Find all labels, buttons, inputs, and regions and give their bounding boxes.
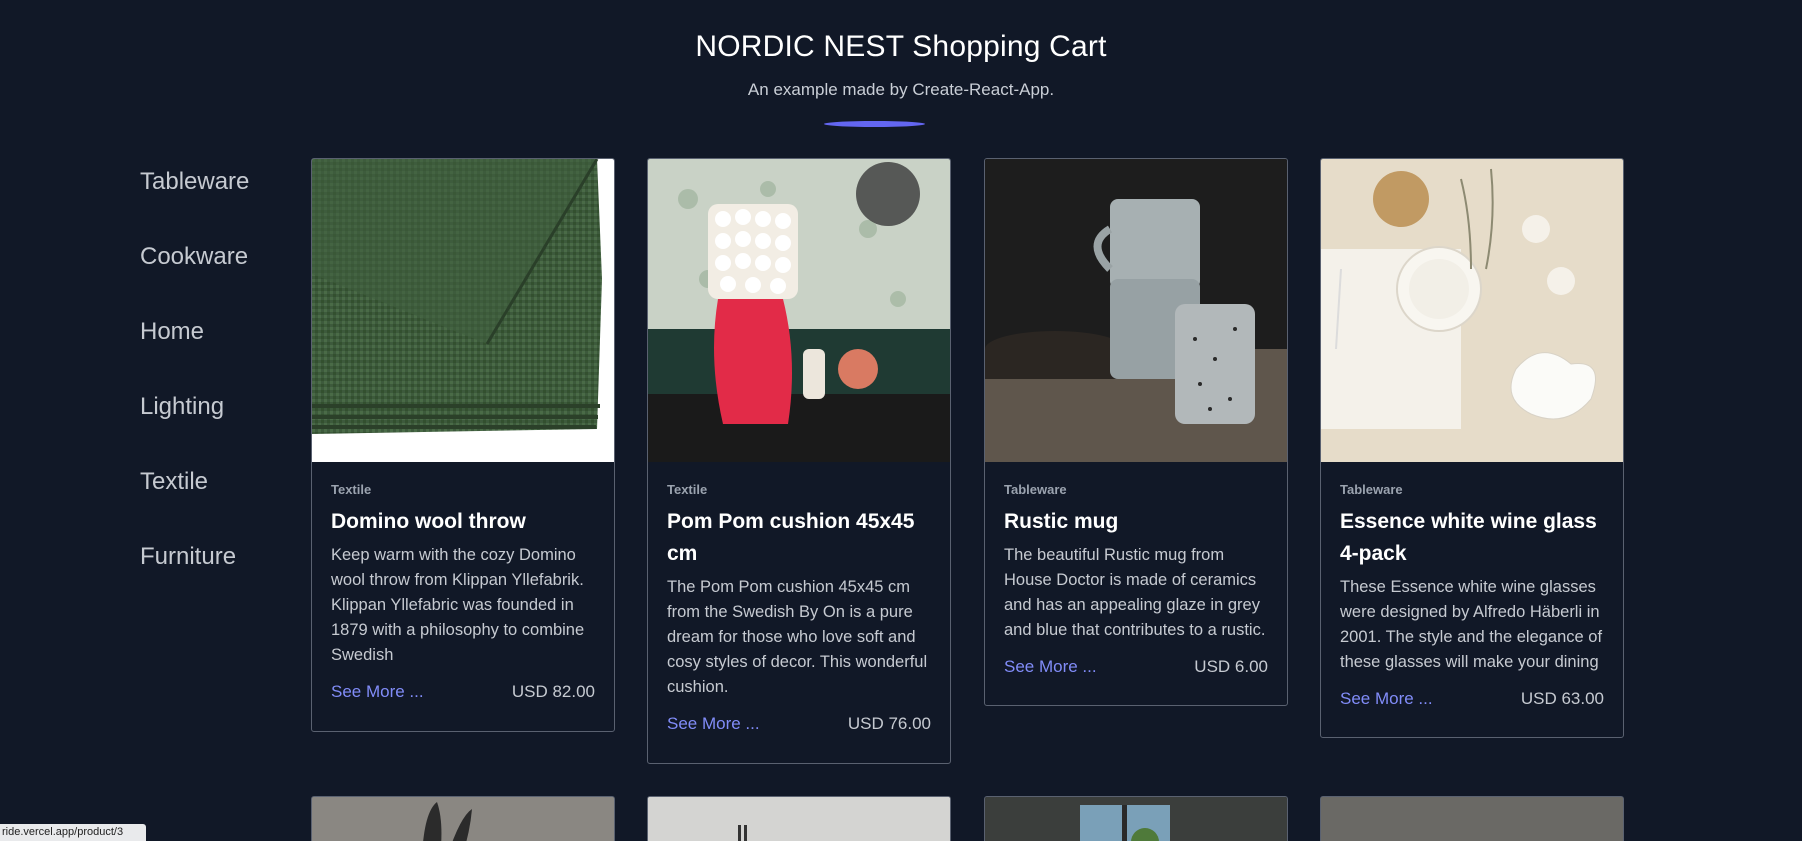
rabbit-figure-image [312,797,614,841]
product-image[interactable] [312,159,614,462]
sidebar-item-lighting[interactable]: Lighting [140,385,249,460]
product-description: These Essence white wine glasses were de… [1340,578,1603,671]
see-more-link[interactable]: See More ... [1004,657,1097,677]
product-card: Tableware Rustic mug The beautiful Rusti… [984,158,1288,706]
product-category: Tableware [1004,482,1067,497]
dark-product-image [1321,797,1623,841]
page-subtitle: An example made by Create-React-App. [747,80,1055,99]
category-sidebar: Tableware Cookware Home Lighting Textile… [140,160,249,610]
product-card-partial[interactable] [1320,796,1624,841]
candle-holder-image [648,797,950,841]
product-title: Essence white wine glass 4-pack [1340,510,1597,565]
product-card-partial[interactable] [984,796,1288,841]
product-title: Rustic mug [1004,510,1119,533]
sidebar-item-textile[interactable]: Textile [140,460,249,535]
status-bar-url: ride.vercel.app/product/3 [0,824,146,841]
see-more-link[interactable]: See More ... [1340,689,1433,709]
green-wool-throw-image [312,159,614,462]
product-price: USD 76.00 [847,714,931,733]
product-description: The beautiful Rustic mug from House Doct… [1004,546,1266,639]
product-card-partial[interactable] [311,796,615,841]
sidebar-item-furniture[interactable]: Furniture [140,535,249,610]
window-interior-image [985,797,1287,841]
sidebar-item-home[interactable]: Home [140,310,249,385]
product-price: USD 63.00 [1520,689,1604,708]
pom-pom-cushion-image [648,159,950,462]
title-accent-bar [824,121,925,127]
product-image[interactable] [1321,159,1623,462]
product-card: Textile Pom Pom cushion 45x45 cm The Pom… [647,158,951,764]
sidebar-item-tableware[interactable]: Tableware [140,160,249,235]
product-price: USD 82.00 [511,682,595,701]
product-image[interactable] [648,159,950,462]
page: NORDIC NEST Shopping Cart An example mad… [0,0,1802,841]
product-title: Pom Pom cushion 45x45 cm [667,510,915,565]
see-more-link[interactable]: See More ... [331,682,424,702]
product-category: Tableware [1340,482,1403,497]
product-card: Tableware Essence white wine glass 4-pac… [1320,158,1624,738]
page-title: NORDIC NEST Shopping Cart [695,30,1107,63]
product-card: Textile Domino wool throw Keep warm with… [311,158,615,732]
product-title: Domino wool throw [331,510,526,533]
product-card-partial[interactable] [647,796,951,841]
sidebar-item-cookware[interactable]: Cookware [140,235,249,310]
rustic-mugs-image [985,159,1287,462]
product-description: The Pom Pom cushion 45x45 cm from the Sw… [667,578,928,696]
wine-glass-tableware-image [1321,159,1623,462]
product-description: Keep warm with the cozy Domino wool thro… [331,546,585,664]
product-image[interactable] [985,159,1287,462]
see-more-link[interactable]: See More ... [667,714,760,734]
product-category: Textile [331,482,372,497]
product-category: Textile [667,482,708,497]
product-price: USD 6.00 [1194,657,1268,676]
